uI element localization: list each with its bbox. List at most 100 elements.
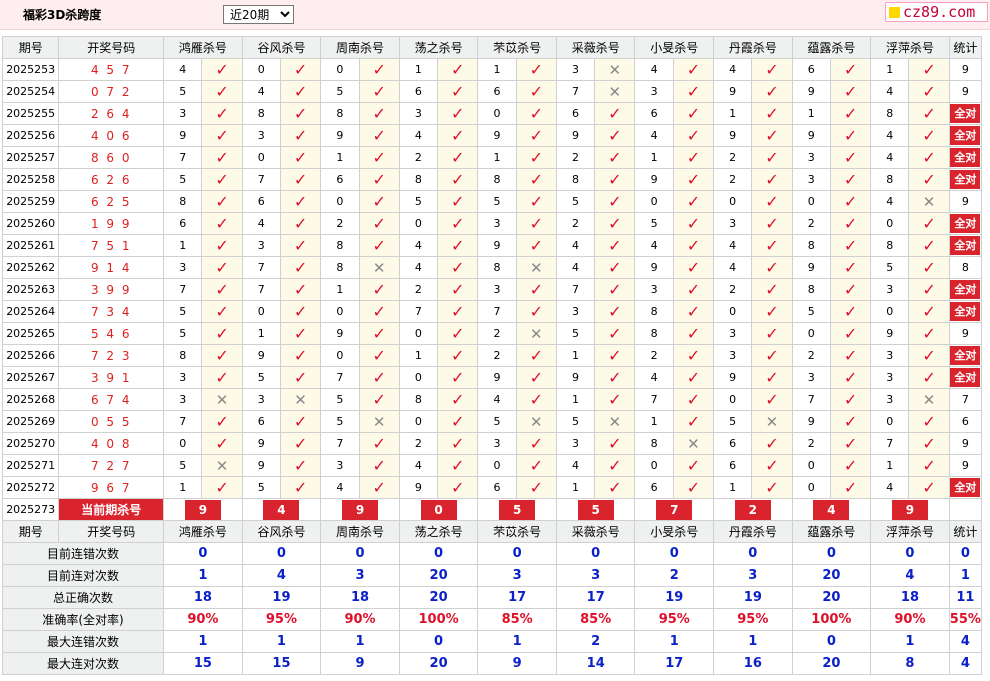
kill-number-cell: 9 — [320, 124, 360, 147]
period-cell: 2025272 — [1, 476, 60, 499]
kill-number-cell: 5 — [634, 212, 674, 235]
result-mark-cell: ✓ — [908, 146, 950, 169]
current-kill-cell: 7 — [634, 498, 715, 521]
result-mark-cell: ✓ — [279, 146, 322, 169]
header-expert: 周南杀号 — [320, 520, 400, 543]
kill-number-cell: 5 — [241, 366, 281, 389]
result-mark-cell: ✓ — [829, 300, 872, 323]
check-icon: ✓ — [293, 60, 308, 79]
check-icon: ✓ — [608, 324, 622, 343]
kill-number-cell: 8 — [241, 102, 281, 125]
check-icon: ✓ — [529, 478, 543, 497]
result-mark-cell: ✓ — [437, 476, 479, 499]
header-expert: 芣苡杀号 — [477, 520, 557, 543]
kill-number-cell: 6 — [791, 58, 831, 81]
current-kill-cell: 9 — [163, 498, 243, 521]
result-mark-cell: ✓ — [279, 168, 322, 191]
check-icon: ✓ — [686, 104, 701, 123]
header-expert: 荡之杀号 — [398, 520, 479, 543]
stat-cell: 9 — [948, 454, 983, 477]
kill-number-cell: 9 — [791, 410, 831, 433]
check-icon: ✓ — [843, 280, 858, 299]
result-mark-cell: ✓ — [279, 300, 322, 323]
kill-number-cell: 8 — [398, 168, 439, 191]
check-icon: ✓ — [922, 170, 936, 189]
check-icon: ✓ — [293, 214, 308, 233]
check-icon: ✓ — [922, 148, 936, 167]
result-mark-cell: ✓ — [515, 102, 557, 125]
result-mark-cell: ✓ — [515, 80, 557, 103]
check-icon: ✓ — [765, 258, 779, 277]
check-icon: ✓ — [451, 456, 465, 475]
kill-number-cell: 8 — [320, 102, 360, 125]
draw-number-cell: 7 5 1 — [58, 234, 165, 257]
kill-number-cell: 2 — [555, 212, 596, 235]
kill-number-cell: 9 — [634, 168, 674, 191]
check-icon: ✓ — [215, 236, 229, 255]
cross-icon: ✕ — [608, 60, 622, 79]
summary-value: 1 — [870, 630, 950, 653]
check-icon: ✓ — [608, 434, 622, 453]
check-icon: ✓ — [686, 60, 701, 79]
result-mark-cell: ✓ — [279, 344, 322, 367]
stat-cell: 全对 — [948, 146, 983, 169]
result-mark-cell: ✓ — [437, 410, 479, 433]
result-mark-cell: ✓ — [437, 102, 479, 125]
kill-number-cell: 5 — [320, 410, 360, 433]
result-mark-cell: ✓ — [829, 80, 872, 103]
kill-number-cell: 3 — [163, 256, 203, 279]
kill-number-cell: 1 — [241, 322, 281, 345]
kill-number-cell: 2 — [398, 146, 439, 169]
kill-number-cell: 4 — [713, 58, 753, 81]
summary-value: 18 — [320, 586, 400, 609]
result-mark-cell: ✕ — [594, 58, 636, 81]
check-icon: ✓ — [293, 104, 308, 123]
check-icon: ✓ — [529, 104, 543, 123]
check-icon: ✓ — [843, 258, 858, 277]
result-mark-cell: ✓ — [437, 212, 479, 235]
check-icon: ✓ — [372, 478, 386, 497]
current-kill-badge: 9 — [891, 499, 928, 520]
summary-value: 9 — [477, 652, 557, 675]
result-mark-cell: ✓ — [908, 366, 950, 389]
check-icon: ✓ — [372, 82, 386, 101]
kill-number-cell: 3 — [791, 146, 831, 169]
result-mark-cell: ✓ — [594, 366, 636, 389]
check-icon: ✓ — [451, 302, 465, 321]
kill-number-cell: 8 — [477, 168, 517, 191]
result-mark-cell: ✓ — [908, 212, 950, 235]
result-mark-cell: ✓ — [751, 58, 793, 81]
result-mark-cell: ✓ — [908, 278, 950, 301]
period-cell: 2025270 — [1, 432, 60, 455]
result-mark-cell: ✓ — [908, 454, 950, 477]
range-select[interactable]: 近20期 — [223, 5, 294, 24]
summary-row: 目前连对次数 1 4 3 20 3 3 2 3 20 4 1 — [1, 564, 983, 587]
kill-number-cell: 6 — [477, 80, 517, 103]
kill-number-cell: 3 — [555, 58, 596, 81]
check-icon: ✓ — [765, 324, 779, 343]
kill-number-cell: 3 — [477, 212, 517, 235]
current-kill-badge: 9 — [184, 499, 221, 520]
check-icon: ✓ — [451, 258, 465, 277]
result-mark-cell: ✓ — [437, 278, 479, 301]
check-icon: ✓ — [451, 214, 465, 233]
summary-value: 17 — [634, 652, 715, 675]
period-cell: 2025262 — [1, 256, 60, 279]
current-kill-cell: 4 — [241, 498, 322, 521]
current-kill-cell: 2 — [713, 498, 793, 521]
result-mark-cell: ✓ — [751, 234, 793, 257]
kill-number-cell: 6 — [634, 102, 674, 125]
site-logo[interactable]: cz89.com — [885, 2, 988, 22]
kill-number-cell: 8 — [634, 300, 674, 323]
check-icon: ✓ — [529, 148, 543, 167]
check-icon: ✓ — [843, 170, 858, 189]
check-icon: ✓ — [843, 346, 858, 365]
result-mark-cell: ✓ — [751, 432, 793, 455]
check-icon: ✓ — [451, 170, 465, 189]
summary-value: 0 — [791, 542, 872, 565]
table-row: 2025271 7 2 7 5 ✕ 9 ✓ 3 ✓ 4 ✓ 0 ✓ 4 ✓ 0 ✓ 6 ✓ 0 ✓ 1 ✓ 9 — [1, 454, 983, 477]
check-icon: ✓ — [372, 236, 386, 255]
result-mark-cell: ✓ — [672, 388, 715, 411]
kill-number-cell: 3 — [163, 102, 203, 125]
result-mark-cell: ✓ — [908, 322, 950, 345]
